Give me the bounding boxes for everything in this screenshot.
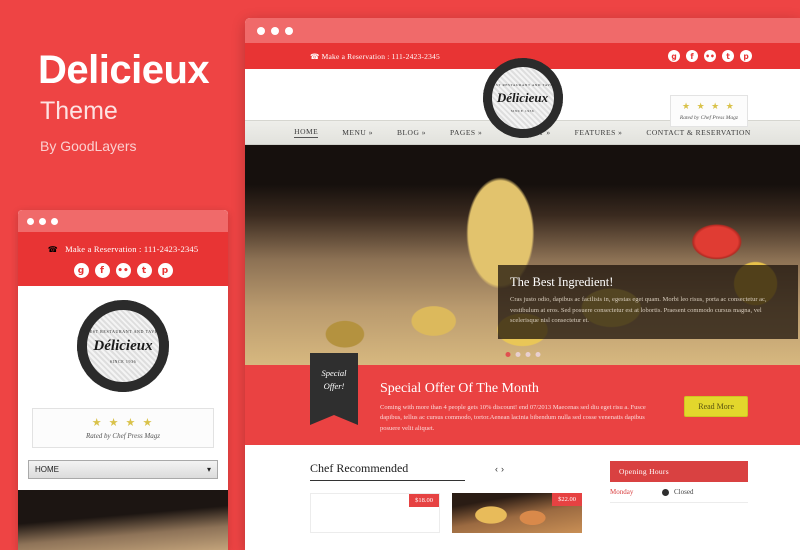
pinterest-icon[interactable]: p [740, 50, 752, 62]
mobile-topbar: ☎ Make a Reservation : 111-2423-2345 g f… [18, 232, 228, 286]
desktop-preview-window: ☎ Make a Reservation : 111-2423-2345 g f… [245, 18, 800, 550]
clock-icon [662, 488, 669, 496]
mobile-hero-image [18, 490, 228, 550]
mobile-nav-select-value: HOME [35, 465, 59, 474]
rating-box: ★ ★ ★ ★ Rated by Chef Press Magz [669, 95, 748, 127]
special-offer-text: Coming with more than 4 people gets 10% … [380, 404, 646, 432]
opening-hours-widget: Opening Hours Monday Closed [610, 461, 748, 533]
maximize-dot-icon[interactable] [285, 26, 293, 35]
maximize-dot-icon[interactable] [51, 217, 58, 225]
nav-item-home[interactable]: HOME [294, 127, 319, 138]
chef-recommended-header: Chef Recommended ‹› [310, 461, 504, 481]
promo-panel: Delicieux Theme By GoodLayers ☎ Make a R… [0, 0, 245, 550]
phone-icon: ☎ [310, 51, 320, 61]
social-links: g f •• t p [668, 50, 752, 62]
bottom-section: Chef Recommended ‹› $18.00 $22.00 Openin… [245, 445, 800, 533]
chef-card-list: $18.00 $22.00 [310, 493, 592, 533]
minimize-dot-icon[interactable] [39, 217, 46, 225]
opening-hours-value: Closed [674, 488, 694, 496]
reservation-text: ☎ Make a Reservation : 111-2423-2345 [310, 52, 440, 61]
phone-icon: ☎ [47, 245, 58, 254]
seal-arc-bottom-text: SINCE 1936 [510, 109, 535, 113]
rating-caption: Rated by Chef Press Magz [679, 115, 738, 121]
twitter-icon[interactable]: t [722, 50, 734, 62]
facebook-icon[interactable]: f [94, 263, 110, 278]
special-offer-band: Special Offer! Special Offer Of The Mont… [245, 353, 800, 445]
facebook-icon[interactable]: f [686, 50, 698, 62]
twitter-icon[interactable]: t [136, 263, 152, 278]
star-rating-icons: ★ ★ ★ ★ [682, 101, 736, 111]
rating-box: ★ ★ ★ ★ Rated by Chef Press Magz [32, 408, 214, 448]
brand-name: Délicieux [93, 337, 153, 354]
seal-arc-top-text: FINEST RESTAURANT AND TAVERN [486, 83, 559, 87]
brand-name: Délicieux [496, 90, 549, 105]
chef-card[interactable]: $22.00 [452, 493, 582, 533]
price-badge: $18.00 [409, 494, 439, 507]
chevron-right-icon[interactable]: › [501, 464, 507, 474]
chef-card[interactable]: $18.00 [310, 493, 440, 533]
mobile-preview-window: ☎ Make a Reservation : 111-2423-2345 g f… [18, 210, 228, 550]
brand-seal[interactable]: FINEST RESTAURANT AND TAVERN Délicieux S… [482, 58, 563, 138]
slider-dot-2[interactable] [515, 352, 520, 357]
mobile-social-links: g f •• t p [18, 263, 228, 278]
carousel-arrows: ‹› [495, 464, 507, 474]
opening-hours-header: Opening Hours [610, 461, 748, 482]
minimize-dot-icon[interactable] [271, 26, 279, 35]
slider-dot-3[interactable] [525, 352, 530, 357]
hero-title: The Best Ingredient! [510, 274, 614, 289]
mobile-reservation-line: ☎ Make a Reservation : 111-2423-2345 [18, 239, 228, 257]
hero-caption: The Best Ingredient! Cras justo odio, da… [498, 264, 798, 339]
read-more-button[interactable]: Read More [684, 396, 748, 417]
slider-pagination [505, 352, 540, 357]
mobile-nav-select[interactable]: HOME ▾ [28, 460, 218, 479]
ribbon-line-2: Offer! [323, 380, 345, 391]
close-dot-icon[interactable] [257, 26, 265, 35]
promo-subtitle: Theme [40, 97, 118, 125]
mobile-logo-area: FINEST RESTAURANT AND TAVERN Délicieux S… [18, 286, 228, 400]
reservation-text: Make a Reservation : 111-2423-2345 [65, 244, 199, 254]
browser-chrome [245, 18, 800, 43]
brand-seal[interactable]: FINEST RESTAURANT AND TAVERN Délicieux S… [77, 300, 169, 392]
slider-dot-4[interactable] [535, 352, 540, 357]
nav-item-blog[interactable]: BLOG » [397, 128, 426, 137]
ribbon-line-1: Special [321, 368, 347, 378]
chevron-down-icon: ▾ [206, 465, 211, 474]
price-badge: $22.00 [552, 493, 582, 506]
promo-byline: By GoodLayers [40, 138, 137, 154]
seal-arc-bottom-text: SINCE 1936 [109, 358, 137, 364]
googleplus-icon[interactable]: g [668, 50, 680, 62]
reservation-value: Make a Reservation : 111-2423-2345 [321, 51, 440, 61]
flickr-icon[interactable]: •• [115, 263, 131, 278]
mobile-browser-chrome [18, 210, 228, 232]
hero-description: Cras justo odio, dapibus ac facilisis in… [510, 295, 767, 325]
nav-item-features[interactable]: FEATURES » [575, 128, 623, 137]
rating-caption: Rated by Chef Press Magz [85, 432, 160, 440]
special-offer-ribbon: Special Offer! [310, 353, 358, 425]
seal-arc-top-text: FINEST RESTAURANT AND TAVERN [81, 328, 165, 334]
page-title: Delicieux [38, 48, 210, 92]
special-offer-body: Special Offer Of The Month Coming with m… [380, 381, 655, 434]
site-header: FINEST RESTAURANT AND TAVERN Délicieux S… [245, 58, 800, 138]
close-dot-icon[interactable] [27, 217, 34, 225]
nav-item-menu[interactable]: MENU » [342, 128, 373, 137]
opening-hours-day: Monday [610, 488, 634, 496]
chef-recommended-section: Chef Recommended ‹› $18.00 $22.00 [310, 461, 592, 533]
opening-hours-row: Monday Closed [610, 482, 748, 503]
nav-item-contact-reservation[interactable]: CONTACT & RESERVATION [646, 128, 750, 137]
nav-item-pages[interactable]: PAGES » [450, 128, 482, 137]
slider-dot-1[interactable] [505, 352, 510, 357]
googleplus-icon[interactable]: g [73, 263, 89, 278]
pinterest-icon[interactable]: p [157, 263, 173, 278]
star-rating-icons: ★ ★ ★ ★ [91, 417, 155, 429]
flickr-icon[interactable]: •• [704, 50, 716, 62]
hero-slider: The Best Ingredient! Cras justo odio, da… [245, 145, 800, 365]
special-offer-title: Special Offer Of The Month [380, 381, 539, 396]
section-title: Chef Recommended [310, 461, 409, 475]
